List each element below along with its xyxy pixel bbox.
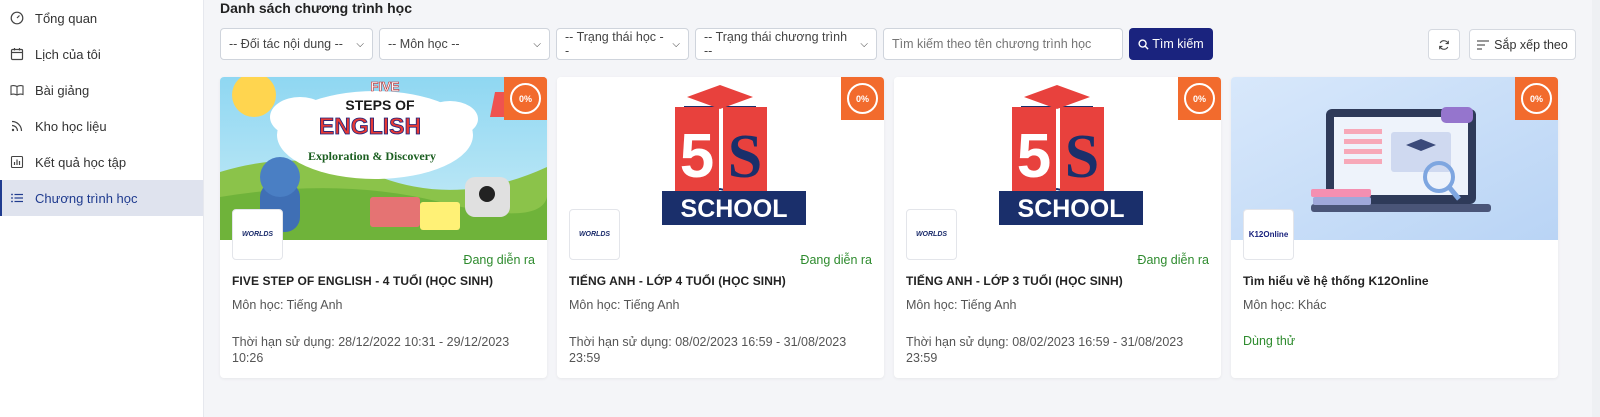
card-subject: Môn học: Khác: [1243, 298, 1327, 312]
status-badge: Đang diễn ra: [1137, 253, 1209, 267]
partner-select-value: -- Đối tác nội dung --: [229, 37, 343, 51]
scrollbar[interactable]: [1592, 0, 1600, 417]
thumbnail-text: SCHOOL: [1018, 195, 1125, 223]
progress-badge: 0%: [1515, 77, 1558, 120]
progress-badge: 0%: [841, 77, 884, 120]
thumbnail-text: 5: [680, 122, 714, 191]
refresh-icon: [1439, 39, 1449, 50]
thumbnail-text: S: [728, 123, 762, 191]
search-input[interactable]: [883, 28, 1123, 60]
status-badge: Đang diễn ra: [463, 253, 535, 267]
thumbnail-text: ENGLISH: [319, 113, 421, 139]
program-card[interactable]: 0% K12Online Tìm hiểu về hệ thống K12Onl…: [1231, 77, 1558, 378]
filter-bar: -- Đối tác nội dung -- ⌵ -- Môn học -- ⌵…: [220, 28, 1213, 60]
card-title[interactable]: FIVE STEP OF ENGLISH - 4 TUỔI (HỌC SINH): [232, 274, 535, 288]
dashboard-icon: [10, 11, 24, 25]
sidebar-item-lectures[interactable]: Bài giảng: [0, 72, 203, 108]
thumbnail-text: STEPS OF: [345, 97, 415, 113]
progress-value: 0%: [1521, 83, 1552, 114]
sidebar-item-resources[interactable]: Kho học liệu: [0, 108, 203, 144]
sidebar-item-label: Bài giảng: [35, 82, 90, 98]
card-title[interactable]: Tìm hiểu về hệ thống K12Online: [1243, 274, 1546, 288]
search-button-label: Tìm kiếm: [1152, 37, 1204, 51]
status-badge: Đang diễn ra: [800, 253, 872, 267]
page-title: Danh sách chương trình học: [220, 0, 412, 16]
sidebar-item-calendar[interactable]: Lịch của tôi: [0, 36, 203, 72]
sidebar-item-programs[interactable]: Chương trình học: [0, 180, 203, 216]
sidebar-item-label: Tổng quan: [35, 10, 98, 26]
card-duration: Thời hạn sử dụng: 08/02/2023 16:59 - 31/…: [906, 335, 1184, 365]
thumbnail-text: 5: [1017, 122, 1051, 191]
book-open-icon: [10, 83, 24, 97]
sidebar: Tổng quan Lịch của tôi Bài giảng Kho học…: [0, 0, 204, 417]
sort-button-label: Sắp xếp theo: [1494, 37, 1568, 52]
thumbnail-text: Exploration & Discovery: [308, 149, 436, 163]
chevron-down-icon: ⌵: [860, 38, 868, 50]
sidebar-item-label: Lịch của tôi: [35, 46, 101, 62]
calendar-icon: [10, 47, 24, 61]
chevron-down-icon: ⌵: [356, 38, 364, 50]
card-title[interactable]: TIẾNG ANH - LỚP 3 TUỔI (HỌC SINH): [906, 274, 1209, 288]
progress-badge: 0%: [1178, 77, 1221, 120]
chevron-down-icon: ⌵: [672, 38, 680, 50]
sort-icon: [1477, 39, 1490, 50]
partner-logo: WORLDS: [232, 209, 283, 260]
feed-icon: [10, 119, 24, 133]
progress-badge: 0%: [504, 77, 547, 120]
subject-select[interactable]: -- Môn học -- ⌵: [379, 28, 550, 60]
list-icon: [10, 191, 24, 205]
partner-logo: K12Online: [1243, 209, 1294, 260]
thumbnail-text: SCHOOL: [681, 195, 788, 223]
card-duration: Thời hạn sử dụng: 08/02/2023 16:59 - 31/…: [569, 335, 847, 365]
partner-select[interactable]: -- Đối tác nội dung -- ⌵: [220, 28, 373, 60]
search-button[interactable]: Tìm kiếm: [1129, 28, 1213, 60]
program-card[interactable]: 5 S SCHOOL 0% WORLDS Đang diễn ra TIẾNG …: [557, 77, 884, 378]
sort-button[interactable]: Sắp xếp theo: [1469, 29, 1576, 60]
refresh-button[interactable]: [1428, 29, 1460, 60]
chevron-down-icon: ⌵: [533, 38, 541, 50]
study-status-select[interactable]: -- Trạng thái học -- ⌵: [556, 28, 689, 60]
program-card[interactable]: FIVE STEPS OF ENGLISH Exploration & Disc…: [220, 77, 547, 378]
trial-badge: Dùng thử: [1243, 334, 1296, 348]
thumbnail-text: FIVE: [371, 79, 400, 94]
card-subject: Môn học: Tiếng Anh: [232, 298, 343, 312]
partner-logo: WORLDS: [569, 209, 620, 260]
sidebar-item-overview[interactable]: Tổng quan: [0, 0, 203, 36]
program-status-select-value: -- Trạng thái chương trình --: [704, 30, 848, 58]
card-duration: Thời hạn sử dụng: 28/12/2022 10:31 - 29/…: [232, 335, 510, 365]
sidebar-item-label: Kho học liệu: [35, 118, 107, 134]
study-status-select-value: -- Trạng thái học --: [565, 30, 664, 58]
partner-logo: WORLDS: [906, 209, 957, 260]
sidebar-item-label: Chương trình học: [35, 190, 138, 206]
main-content: Danh sách chương trình học -- Đối tác nộ…: [204, 0, 1600, 417]
chart-icon: [10, 155, 24, 169]
progress-value: 0%: [1184, 83, 1215, 114]
thumbnail-text: S: [1065, 123, 1099, 191]
progress-value: 0%: [847, 83, 878, 114]
program-status-select[interactable]: -- Trạng thái chương trình -- ⌵: [695, 28, 877, 60]
card-subject: Môn học: Tiếng Anh: [569, 298, 680, 312]
search-icon: [1138, 38, 1149, 50]
card-subject: Môn học: Tiếng Anh: [906, 298, 1017, 312]
sidebar-item-results[interactable]: Kết quả học tập: [0, 144, 203, 180]
progress-value: 0%: [510, 83, 541, 114]
card-title[interactable]: TIẾNG ANH - LỚP 4 TUỔI (HỌC SINH): [569, 274, 872, 288]
subject-select-value: -- Môn học --: [388, 37, 460, 51]
program-card[interactable]: 5 S SCHOOL 0% WORLDS Đang diễn ra TIẾNG …: [894, 77, 1221, 378]
sidebar-item-label: Kết quả học tập: [35, 154, 127, 170]
